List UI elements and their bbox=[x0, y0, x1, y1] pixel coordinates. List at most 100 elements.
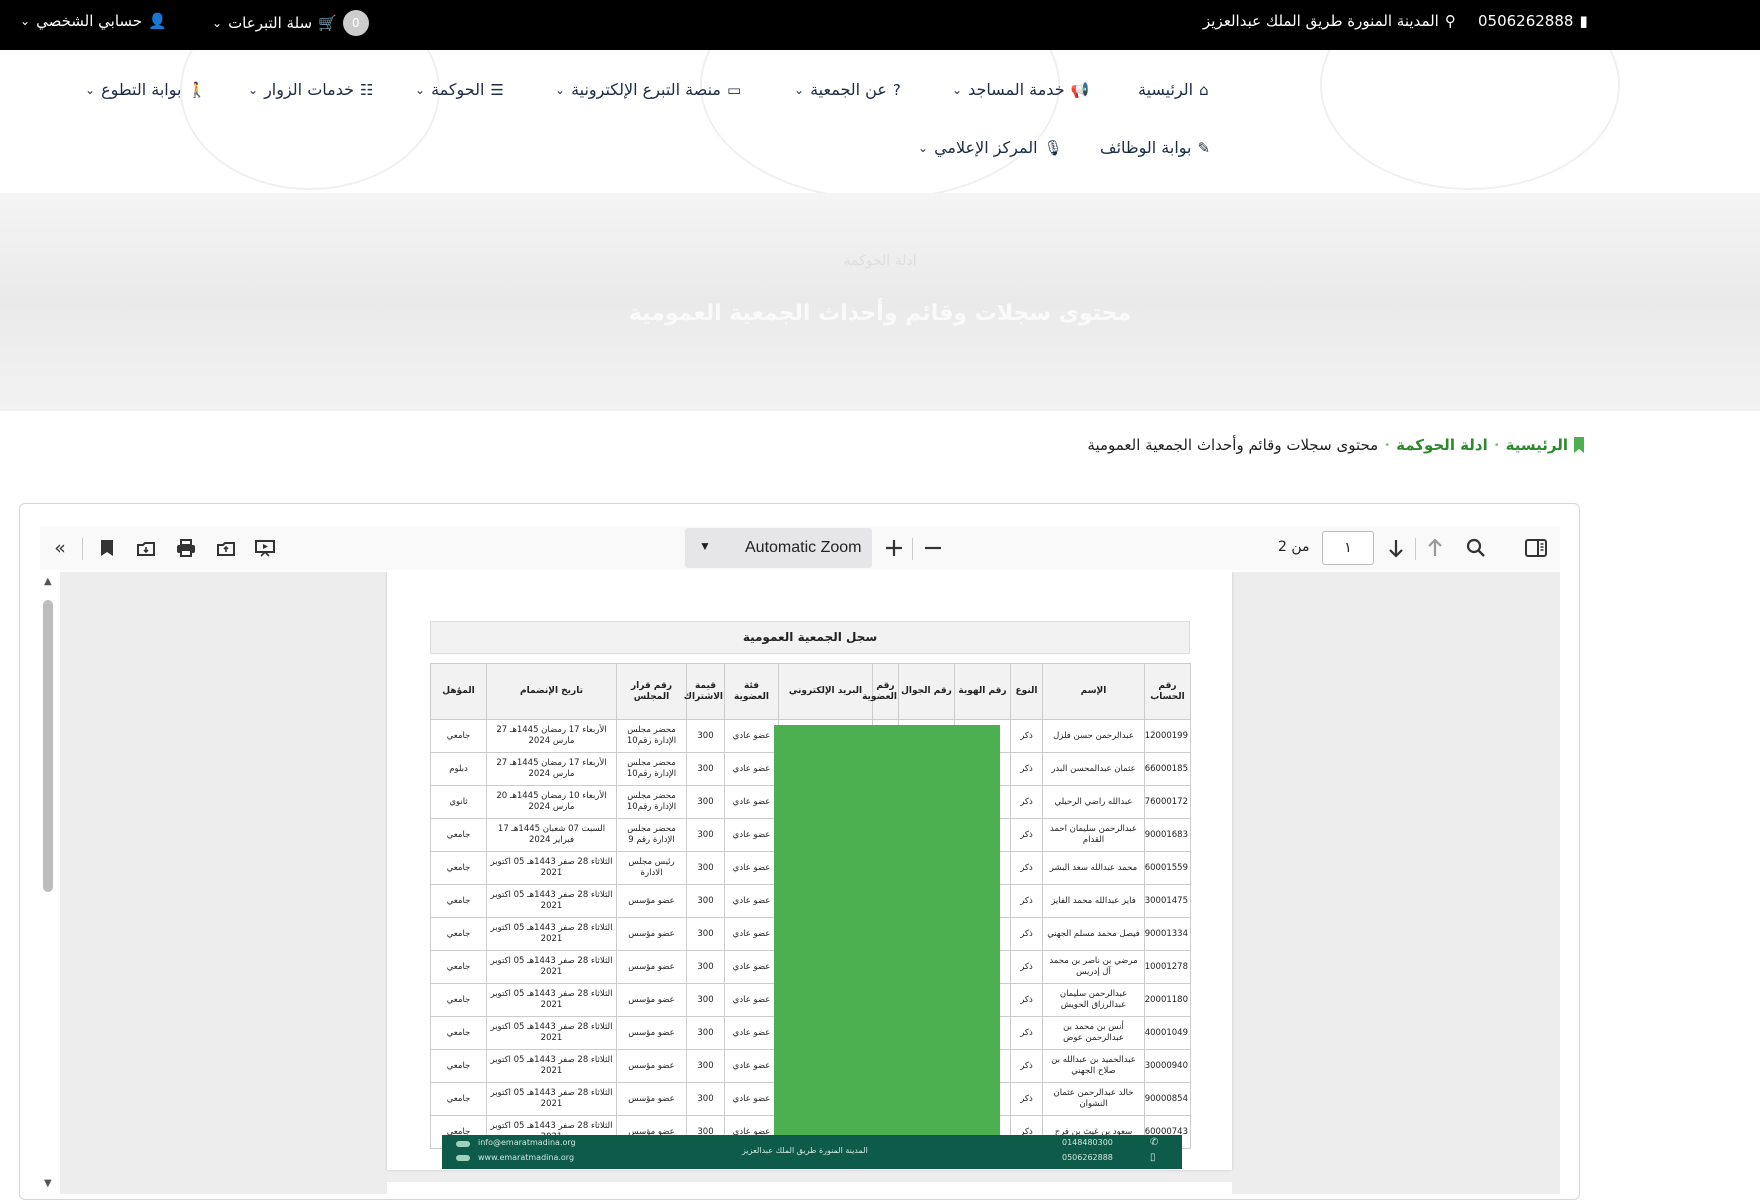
previous-page-button[interactable] bbox=[1421, 534, 1449, 562]
toolbar-separator bbox=[82, 538, 83, 560]
scrollbar-thumb[interactable] bbox=[43, 600, 53, 892]
nav-governance[interactable]: ☰ الحوكمة ⌄ bbox=[415, 80, 504, 99]
table-cell: 290001683 bbox=[1144, 818, 1191, 852]
footer-website: www.emaratmadina.org bbox=[478, 1153, 575, 1162]
table-cell: عضو مؤسس bbox=[616, 983, 687, 1017]
zoom-select[interactable]: ▼ Automatic Zoom bbox=[685, 528, 872, 568]
person-icon: 🚶 bbox=[187, 80, 207, 99]
zoom-value: Automatic Zoom bbox=[745, 539, 862, 556]
table-cell: عبدالرحمن سليمان احمد القدام bbox=[1042, 818, 1145, 852]
pdf-viewer: « ▼ Automatic Zoom من 2 ١ ▲ ▼ سجل الجمعي… bbox=[19, 503, 1580, 1200]
presentation-mode-icon[interactable] bbox=[251, 534, 279, 562]
table-cell: جامعي bbox=[430, 1082, 487, 1116]
table-cell: 300 bbox=[686, 785, 725, 819]
table-cell: 300 bbox=[686, 884, 725, 918]
table-cell: عضو مؤسس bbox=[616, 884, 687, 918]
table-cell: ذكر bbox=[1010, 884, 1043, 918]
table-cell: 300 bbox=[686, 950, 725, 984]
bookmark-icon bbox=[1574, 437, 1584, 453]
main-navigation: ⌂ الرئيسية 📢 خدمة المساجد ⌄ ? عن الجمعية… bbox=[0, 50, 1760, 193]
open-file-icon[interactable] bbox=[212, 534, 240, 562]
table-cell: الثلاثاء 28 صفر 1443هـ 05 اكتوبر 2021 bbox=[486, 1049, 617, 1083]
decorative-ornament bbox=[700, 50, 1060, 193]
nav-visitors-label: خدمات الزوار bbox=[264, 80, 354, 99]
viewer-scrollbar[interactable]: ▲ ▼ bbox=[39, 574, 59, 1194]
donation-cart[interactable]: 0 🛒 سلة التبرعات ⌄ bbox=[212, 10, 369, 36]
scroll-down-icon[interactable]: ▼ bbox=[44, 1178, 52, 1189]
zoom-out-button[interactable] bbox=[919, 534, 947, 562]
phone-info[interactable]: ▮ 0506262888 bbox=[1478, 12, 1588, 30]
scroll-up-icon[interactable]: ▲ bbox=[44, 576, 52, 587]
table-cell: ثانوي bbox=[430, 785, 487, 819]
breadcrumb: الرئيسية • ادلة الحوكمة • محتوى سجلات وق… bbox=[1087, 436, 1584, 454]
nav-jobs[interactable]: ✎ بوابة الوظائف bbox=[1100, 138, 1210, 157]
nav-visitors[interactable]: ☷ خدمات الزوار ⌄ bbox=[248, 80, 373, 99]
column-header: رقم قرار المجلس bbox=[616, 663, 687, 720]
footer-email: info@emaratmadina.org bbox=[478, 1138, 576, 1147]
table-cell: رئيس مجلس الادارة bbox=[616, 851, 687, 885]
nav-donation-label: منصة التبرع الإلكترونية bbox=[571, 80, 721, 99]
nav-about-label: عن الجمعية bbox=[810, 80, 887, 99]
table-cell: 260001559 bbox=[1144, 851, 1191, 885]
cart-icon: 🛒 bbox=[318, 14, 337, 32]
account-label: حسابي الشخصي bbox=[36, 12, 143, 30]
table-cell: عضو مؤسس bbox=[616, 1049, 687, 1083]
double-chevron-left-icon[interactable]: « bbox=[46, 534, 74, 562]
nav-volunteer[interactable]: 🚶 بوابة التطوع ⌄ bbox=[85, 80, 206, 99]
table-cell: عبدالرحمن سليمان عبدالرزاق الحويش bbox=[1042, 983, 1145, 1017]
table-cell: جامعي bbox=[430, 917, 487, 951]
sidebar-toggle-icon[interactable] bbox=[1522, 534, 1550, 562]
breadcrumb-separator: • bbox=[1384, 439, 1391, 451]
table-cell: مرضي بن ناصر بن محمد آل إدريس bbox=[1042, 950, 1145, 984]
table-cell: ذكر bbox=[1010, 950, 1043, 984]
table-cell: دبلوم bbox=[430, 752, 487, 786]
table-cell: محضر مجلس الإدارة رقم10 bbox=[616, 719, 687, 753]
table-cell: عضو مؤسس bbox=[616, 917, 687, 951]
page-count: من 2 bbox=[1278, 539, 1310, 555]
column-header: رقم الحساب bbox=[1144, 663, 1191, 720]
table-cell: عثمان عبدالمحسن البدر bbox=[1042, 752, 1145, 786]
nav-home-label: الرئيسية bbox=[1138, 80, 1194, 99]
account-menu[interactable]: 👤 حسابي الشخصي ⌄ bbox=[20, 12, 167, 30]
table-cell: السبت 07 شعبان 1445هـ 17 فبراير 2024 bbox=[486, 818, 617, 852]
nav-about[interactable]: ? عن الجمعية ⌄ bbox=[794, 80, 901, 99]
table-cell: ذكر bbox=[1010, 983, 1043, 1017]
chevron-down-icon: ⌄ bbox=[952, 82, 963, 97]
table-cell: أنس بن محمد بن عبدالرحمن عوض bbox=[1042, 1016, 1145, 1050]
table-cell: محضر مجلس الإدارة رقم 9 bbox=[616, 818, 687, 852]
column-header: المؤهل bbox=[430, 663, 487, 720]
nav-mosques[interactable]: 📢 خدمة المساجد ⌄ bbox=[952, 80, 1089, 99]
bookmark-icon[interactable] bbox=[93, 534, 121, 562]
download-icon[interactable] bbox=[132, 534, 160, 562]
nav-donation-platform[interactable]: ▭ منصة التبرع الإلكترونية ⌄ bbox=[555, 80, 741, 99]
column-header: الإسم bbox=[1042, 663, 1145, 720]
table-cell: فايز عبدالله محمد الفايز bbox=[1042, 884, 1145, 918]
zoom-in-button[interactable] bbox=[880, 534, 908, 562]
column-header: تاريخ الإنضمام bbox=[486, 663, 617, 720]
table-cell: الثلاثاء 28 صفر 1443هـ 05 اكتوبر 2021 bbox=[486, 1082, 617, 1116]
nav-media[interactable]: 🎙 المركز الإعلامي ⌄ bbox=[918, 138, 1063, 157]
table-cell: 76000172 bbox=[1144, 785, 1191, 819]
edit-icon: ✎ bbox=[1197, 138, 1211, 157]
print-icon[interactable] bbox=[172, 534, 200, 562]
search-icon[interactable] bbox=[1462, 534, 1490, 562]
page-hero: ادلة الحوكمة محتوى سجلات وقائم وأحداث ال… bbox=[0, 193, 1760, 411]
table-cell: عضو مؤسس bbox=[616, 1082, 687, 1116]
table-cell: عضو عادي bbox=[724, 950, 779, 984]
pdf-page: سجل الجمعية العمومية رقم الحساب الإسم النو… bbox=[387, 572, 1232, 1170]
table-cell: 610001278 bbox=[1144, 950, 1191, 984]
page-number-input[interactable]: ١ bbox=[1322, 531, 1374, 565]
nav-volunteer-label: بوابة التطوع bbox=[101, 80, 182, 99]
table-cell: محمد عبدالله سعد البشر bbox=[1042, 851, 1145, 885]
breadcrumb-section[interactable]: ادلة الحوكمة bbox=[1396, 436, 1488, 454]
table-cell: ذكر bbox=[1010, 1049, 1043, 1083]
globe-icon bbox=[456, 1155, 470, 1161]
nav-jobs-label: بوابة الوظائف bbox=[1100, 138, 1192, 157]
decorative-ornament bbox=[180, 50, 440, 190]
table-cell: عبدالله راضي الرحيلي bbox=[1042, 785, 1145, 819]
breadcrumb-home[interactable]: الرئيسية bbox=[1506, 436, 1568, 454]
table-cell: 830000940 bbox=[1144, 1049, 1191, 1083]
next-page-button[interactable] bbox=[1382, 534, 1410, 562]
table-cell: عبدالحميد بن عبدالله بن صلاح الجهني bbox=[1042, 1049, 1145, 1083]
nav-home[interactable]: ⌂ الرئيسية bbox=[1138, 80, 1209, 99]
